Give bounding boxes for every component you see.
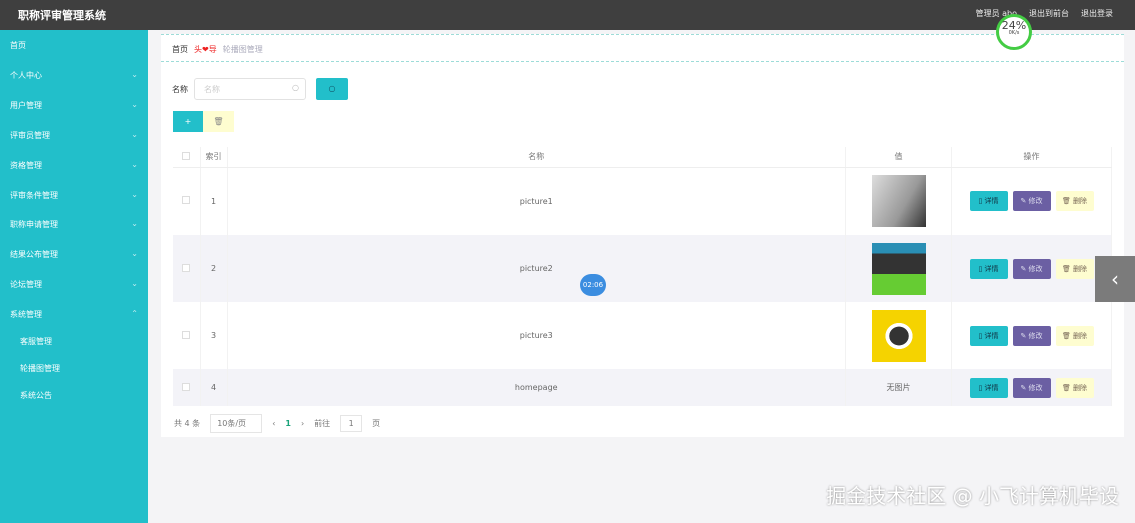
sidebar-item-applications[interactable]: 职称申请管理 ⌄ [10, 219, 138, 230]
row-checkbox[interactable] [182, 196, 191, 205]
picture-thumbnail[interactable] [871, 309, 926, 362]
watermark: 掘金技术社区 @ 小飞计算机毕设 [826, 484, 1119, 508]
row-index: 1 [200, 167, 228, 235]
detail-button[interactable]: ▯ 详情 [969, 258, 1008, 279]
search-button[interactable]: ○ [316, 78, 348, 100]
search-icon: ○ [292, 83, 299, 92]
search-label: 名称 [172, 84, 188, 94]
delete-button[interactable]: 🗑 删除 [1055, 325, 1094, 346]
select-all-checkbox[interactable] [182, 151, 191, 160]
search-icon: ○ [328, 84, 336, 93]
page-size-select[interactable]: 10条/页 [210, 414, 263, 433]
sidebar-item-notice[interactable]: 系统公告 [20, 390, 148, 401]
sidebar-item-carousel[interactable]: 轮播图管理 [20, 363, 148, 374]
data-table: 索引 名称值操作 1 picture1 ▯ 详情 ✎ 修改 🗑 删除 2 picture2 ▯… [173, 147, 1112, 406]
detail-button[interactable]: ▯ 详情 [969, 377, 1008, 398]
chevron-left-icon: ‹ [1111, 267, 1119, 291]
side-collapse-tab[interactable]: ‹ [1095, 256, 1135, 302]
chevron-down-icon: ⌄ [131, 100, 138, 109]
chevron-down-icon: ⌄ [131, 190, 138, 199]
delete-button[interactable]: 🗑 删除 [1055, 191, 1094, 212]
trash-icon: 🗑 [213, 117, 224, 126]
detail-button[interactable]: ▯ 详情 [969, 325, 1008, 346]
timer-badge: 02:06 [580, 274, 606, 296]
chevron-down-icon: ⌄ [131, 130, 138, 139]
col-value: 值 [845, 147, 952, 168]
breadcrumb-home[interactable]: 首页 [172, 44, 188, 54]
sidebar-item-system[interactable]: 系统管理 ⌃ [10, 309, 138, 320]
sidebar-item-results[interactable]: 结果公布管理 ⌄ [10, 249, 138, 260]
breadcrumb-current: 轮播图管理 [222, 45, 263, 54]
chevron-down-icon: ⌄ [131, 70, 138, 79]
batch-delete-button[interactable]: 🗑 [203, 111, 234, 132]
sidebar-item-forum[interactable]: 论坛管理 ⌄ [10, 279, 138, 290]
row-index: 4 [200, 369, 228, 406]
sidebar-item-conditions[interactable]: 评审条件管理 ⌄ [10, 190, 138, 201]
table-row: 2 picture2 ▯ 详情 ✎ 修改 🗑 删除 [173, 235, 1112, 302]
table-row: 4 homepage 无图片 ▯ 详情 ✎ 修改 🗑 删除 [173, 369, 1112, 406]
goto-input[interactable]: 1 [340, 415, 363, 432]
prev-page-icon[interactable]: ‹ [272, 419, 275, 428]
breadcrumb-deco: 头❤导 [194, 45, 217, 54]
top-bar: 职称评审管理系统 管理员 abo 退出到前台 退出登录 [0, 0, 1135, 30]
sidebar: 首页 个人中心 ⌄ 用户管理 ⌄ 评审员管理 ⌄ 资格管理 ⌄ 评审条件管理 ⌄ 职称申请… [0, 30, 148, 523]
add-button[interactable]: + [173, 111, 203, 132]
row-name: picture3 [227, 302, 846, 369]
sidebar-item-users[interactable]: 用户管理 ⌄ [10, 100, 138, 111]
logout-link[interactable]: 退出登录 [1081, 8, 1113, 19]
chevron-down-icon: ⌄ [131, 219, 138, 228]
main-panel: 首页 头❤导 轮播图管理 名称 名称 ○ ○ + 🗑 索引 名称值操作 1 picture… [161, 34, 1124, 437]
table-row: 1 picture1 ▯ 详情 ✎ 修改 🗑 删除 [173, 167, 1112, 235]
breadcrumb: 首页 头❤导 轮播图管理 [161, 34, 1124, 62]
chevron-up-icon: ⌃ [131, 309, 138, 318]
row-checkbox[interactable] [182, 263, 191, 272]
goto-label: 前往 [314, 419, 331, 428]
page-number[interactable]: 1 [285, 419, 291, 428]
chevron-down-icon: ⌄ [131, 160, 138, 169]
delete-button[interactable]: 🗑 删除 [1055, 377, 1094, 398]
row-checkbox[interactable] [182, 330, 191, 339]
row-name: picture2 [227, 235, 846, 302]
chevron-down-icon: ⌄ [131, 249, 138, 258]
col-name: 名称 [227, 147, 846, 168]
row-index: 2 [200, 235, 228, 302]
table-row: 3 picture3 ▯ 详情 ✎ 修改 🗑 删除 [173, 302, 1112, 369]
edit-button[interactable]: ✎ 修改 [1012, 377, 1051, 398]
col-index: 索引 [200, 147, 228, 168]
row-checkbox[interactable] [182, 382, 191, 391]
picture-thumbnail[interactable] [871, 242, 926, 295]
row-name: picture1 [227, 167, 846, 235]
sidebar-item-reviewers[interactable]: 评审员管理 ⌄ [10, 130, 138, 141]
next-page-icon[interactable]: › [301, 419, 304, 428]
name-search-input[interactable]: 名称 ○ [194, 78, 306, 100]
row-name: homepage [227, 369, 846, 406]
edit-button[interactable]: ✎ 修改 [1012, 191, 1051, 212]
app-title: 职称评审管理系统 [18, 9, 106, 22]
picture-thumbnail[interactable] [871, 175, 926, 228]
row-value: 无图片 [845, 369, 952, 406]
sidebar-item-profile[interactable]: 个人中心 ⌄ [10, 70, 138, 81]
edit-button[interactable]: ✎ 修改 [1012, 325, 1051, 346]
pagination: 共 4 条 10条/页 ‹ 1 › 前往 1 页 [174, 414, 380, 433]
delete-button[interactable]: 🗑 删除 [1055, 258, 1094, 279]
sidebar-item-home[interactable]: 首页 [10, 40, 138, 51]
col-actions: 操作 [951, 147, 1112, 168]
chevron-down-icon: ⌄ [131, 279, 138, 288]
detail-button[interactable]: ▯ 详情 [969, 191, 1008, 212]
row-index: 3 [200, 302, 228, 369]
total-count: 共 4 条 [174, 419, 201, 428]
page-unit: 页 [372, 419, 381, 428]
front-link[interactable]: 退出到前台 [1029, 8, 1069, 19]
edit-button[interactable]: ✎ 修改 [1012, 258, 1051, 279]
speed-gauge: 24% 0K/s [996, 14, 1032, 50]
sidebar-item-service[interactable]: 客服管理 [20, 336, 148, 347]
sidebar-item-qualification[interactable]: 资格管理 ⌄ [10, 160, 138, 171]
